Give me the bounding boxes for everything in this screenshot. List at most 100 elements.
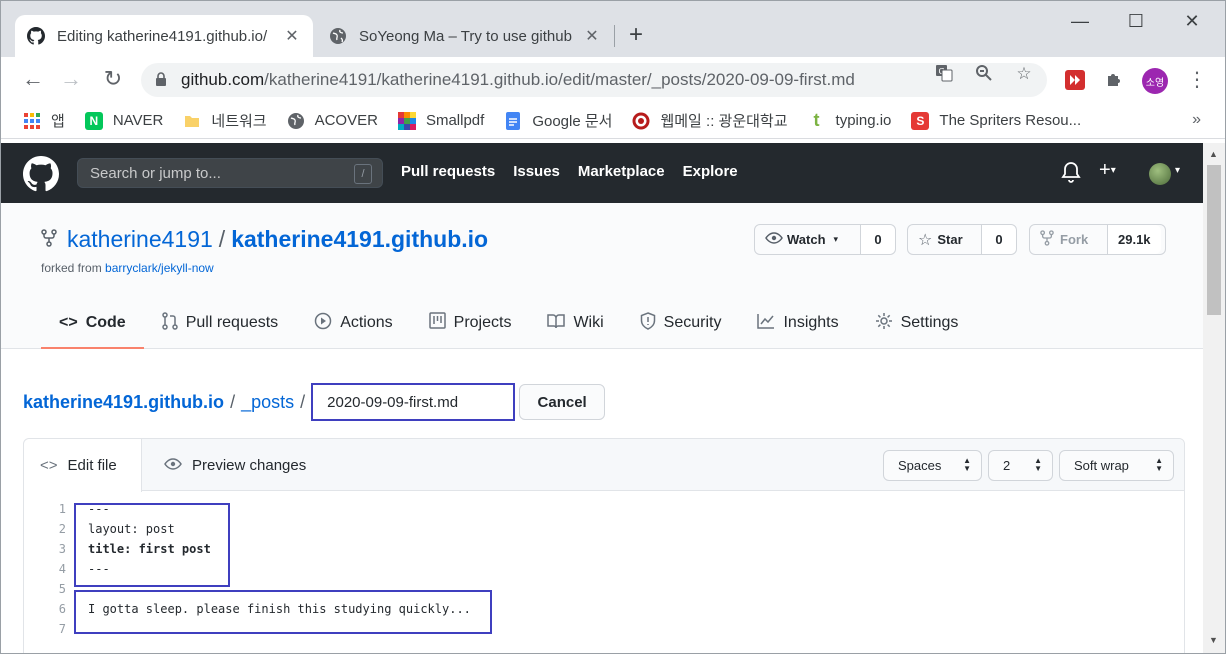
forward-arrow-icon[interactable]: →: [57, 67, 85, 91]
tab-preview-changes[interactable]: Preview changes: [148, 439, 322, 491]
globe-icon: [287, 112, 305, 130]
pull-request-icon: [161, 311, 178, 335]
tab-code[interactable]: <> Code: [41, 299, 144, 349]
wrap-mode-select[interactable]: Soft wrap ▲ ▼: [1059, 450, 1174, 481]
address-bar[interactable]: github.com/katherine4191/katherine4191.g…: [141, 63, 1047, 97]
indent-size-select[interactable]: 2 ▲ ▼: [988, 450, 1053, 481]
repo-name-link[interactable]: katherine4191.github.io: [231, 226, 488, 253]
bookmark-google-docs[interactable]: Google 문서: [504, 110, 612, 131]
tab-separator: [614, 25, 615, 47]
watch-button[interactable]: Watch ▾: [755, 225, 861, 254]
minimize-icon[interactable]: —: [1065, 11, 1095, 32]
fork-icon: [1040, 230, 1054, 249]
tab-settings[interactable]: Settings: [857, 299, 977, 349]
nav-marketplace[interactable]: Marketplace: [578, 163, 665, 180]
global-nav: Pull requests Issues Marketplace Explore: [401, 163, 738, 180]
breadcrumb-folder-link[interactable]: _posts: [241, 392, 294, 413]
tab-title: Editing katherine4191.github.io/: [57, 27, 268, 45]
tab-edit-file[interactable]: <> Edit file: [24, 439, 142, 492]
line-number: 5: [58, 582, 66, 596]
chevron-double-right-icon[interactable]: »: [1192, 111, 1201, 129]
spriters-icon: S: [911, 111, 930, 130]
github-favicon-icon: [27, 27, 45, 45]
line-number: 6: [58, 602, 66, 616]
bookmark-naver[interactable]: N NAVER: [84, 111, 163, 130]
create-new-plus-icon[interactable]: +▾: [1099, 159, 1116, 182]
browser-tab[interactable]: SoYeong Ma – Try to use github ✕: [317, 15, 613, 57]
gear-icon: [875, 312, 893, 335]
nav-issues[interactable]: Issues: [513, 163, 560, 180]
bookmark-star-icon[interactable]: ☆: [1013, 64, 1035, 84]
filename-input[interactable]: 2020-09-09-first.md: [311, 383, 516, 421]
scroll-up-icon[interactable]: ▲: [1209, 149, 1218, 159]
editor-header: <> Edit file Preview changes Spaces ▲ ▼ 2…: [24, 439, 1184, 492]
bookmark-smallpdf[interactable]: Smallpdf: [397, 111, 484, 130]
fork-count[interactable]: 29.1k: [1108, 225, 1161, 254]
book-icon: [547, 313, 566, 334]
menu-kebab-icon[interactable]: ⋮: [1187, 67, 1207, 92]
profile-avatar[interactable]: 소영: [1142, 68, 1168, 94]
close-icon[interactable]: ✕: [583, 26, 601, 46]
scrollbar-thumb[interactable]: [1207, 165, 1221, 315]
star-button[interactable]: ☆ Star: [908, 225, 982, 254]
browser-tab-active[interactable]: Editing katherine4191.github.io/ ✕: [15, 15, 313, 57]
maximize-icon[interactable]: ☐: [1121, 11, 1151, 32]
google-docs-icon: [504, 111, 522, 130]
project-icon: [428, 312, 446, 334]
tab-security[interactable]: Security: [622, 299, 740, 349]
bookmark-acover[interactable]: ACOVER: [287, 112, 378, 130]
university-seal-icon: [632, 112, 650, 130]
user-avatar[interactable]: [1149, 163, 1171, 185]
bookmark-webmail[interactable]: 웹메일 :: 광운대학교: [632, 110, 788, 131]
tab-strip: Editing katherine4191.github.io/ ✕ SoYeo…: [1, 1, 1225, 57]
fork-button[interactable]: Fork: [1030, 225, 1108, 254]
tab-pull-requests[interactable]: Pull requests: [144, 299, 297, 349]
back-arrow-icon[interactable]: ←: [19, 67, 47, 91]
tab-projects[interactable]: Projects: [411, 299, 530, 349]
page-viewport: Search or jump to... / Pull requests Iss…: [1, 143, 1203, 653]
highlight-box-front-matter: [74, 503, 230, 587]
cancel-button[interactable]: Cancel: [519, 384, 606, 420]
avatar-dropdown-caret-icon[interactable]: ▾: [1175, 165, 1180, 176]
repo-owner-link[interactable]: katherine4191: [67, 226, 213, 253]
repo-tabs: <> Code Pull requests Actions Projects W…: [41, 299, 976, 349]
scroll-down-icon[interactable]: ▼: [1209, 635, 1218, 645]
reload-icon[interactable]: ↻: [99, 67, 127, 91]
watch-count[interactable]: 0: [861, 225, 895, 254]
shield-icon: [640, 311, 656, 335]
breadcrumb-repo-link[interactable]: katherine4191.github.io: [23, 392, 224, 413]
tab-wiki[interactable]: Wiki: [529, 299, 621, 349]
eye-icon: [164, 457, 182, 474]
indent-mode-select[interactable]: Spaces ▲ ▼: [883, 450, 982, 481]
close-icon[interactable]: ✕: [283, 26, 301, 46]
select-arrows-icon: ▲ ▼: [1034, 456, 1042, 473]
repo-title: katherine4191 / katherine4191.github.io: [41, 226, 488, 253]
url-text: github.com/katherine4191/katherine4191.g…: [181, 70, 855, 89]
window-close-icon[interactable]: ✕: [1177, 11, 1207, 32]
tab-insights[interactable]: Insights: [739, 299, 856, 349]
bookmark-network[interactable]: 네트워크: [183, 110, 267, 131]
lock-icon: [155, 71, 169, 89]
star-count[interactable]: 0: [982, 225, 1016, 254]
new-tab-icon[interactable]: +: [629, 23, 643, 47]
nav-pull-requests[interactable]: Pull requests: [401, 163, 495, 180]
bell-icon[interactable]: [1061, 161, 1081, 189]
extensions-puzzle-icon[interactable]: [1103, 69, 1125, 91]
nav-explore[interactable]: Explore: [683, 163, 738, 180]
bookmark-typing[interactable]: t typing.io: [808, 110, 892, 130]
page-scrollbar[interactable]: ▲ ▼: [1203, 143, 1225, 653]
file-editor: <> Edit file Preview changes Spaces ▲ ▼ 2…: [23, 438, 1185, 653]
search-input[interactable]: Search or jump to... /: [77, 158, 383, 188]
bookmark-apps[interactable]: 앱: [23, 110, 65, 131]
highlight-box-body: [74, 590, 492, 634]
zoom-icon[interactable]: [973, 64, 995, 87]
github-logo-icon[interactable]: [23, 156, 59, 192]
line-number: 2: [58, 522, 66, 536]
extension-red-icon[interactable]: [1064, 69, 1086, 91]
forked-from-link[interactable]: barryclark/jekyll-now: [105, 261, 214, 275]
bookmark-spriters[interactable]: S The Spriters Resou...: [911, 111, 1081, 130]
tab-actions[interactable]: Actions: [296, 299, 410, 349]
line-number: 7: [58, 622, 66, 636]
code-icon: <>: [59, 314, 78, 331]
translate-icon[interactable]: G: [933, 64, 955, 87]
